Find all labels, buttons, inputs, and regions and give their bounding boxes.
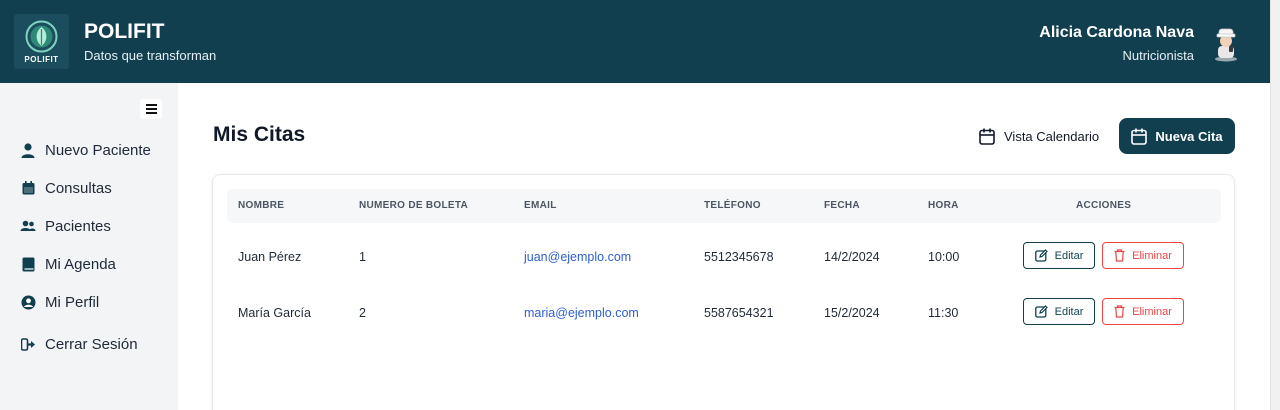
sidebar-item-cerrar-sesion[interactable]: Cerrar Sesión — [20, 332, 138, 356]
cell-nombre: María García — [238, 306, 311, 320]
column-header: HORA — [928, 200, 959, 211]
delete-button[interactable]: Eliminar — [1102, 298, 1184, 325]
cell-hora: 10:00 — [928, 250, 960, 264]
column-header: FECHA — [824, 200, 860, 211]
sidebar-item-label: Cerrar Sesión — [45, 335, 138, 353]
calendar-icon — [979, 128, 995, 145]
column-header: TELÉFONO — [704, 200, 761, 211]
column-header: EMAIL — [524, 200, 557, 211]
delete-label: Eliminar — [1132, 305, 1172, 318]
column-header: ACCIONES — [1076, 200, 1132, 211]
sidebar-item-label: Mi Perfil — [45, 293, 100, 311]
cell-nombre: Juan Pérez — [238, 250, 302, 264]
sidebar-item-label: Mi Agenda — [45, 255, 116, 273]
avatar[interactable] — [1211, 26, 1241, 62]
users-icon — [20, 218, 36, 234]
calendar-view-button[interactable]: Vista Calendario — [970, 120, 1108, 152]
cell-boleta: 1 — [359, 250, 366, 264]
appointments-table: NOMBRE NUMERO DE BOLETA EMAIL TELÉFONO F… — [212, 174, 1235, 410]
sidebar-item-mi-perfil[interactable]: Mi Perfil — [20, 290, 99, 314]
chef-avatar-icon — [1215, 28, 1237, 62]
delete-label: Eliminar — [1132, 249, 1172, 262]
page-scrollbar[interactable] — [1270, 0, 1280, 410]
brand-title: POLIFIT — [84, 20, 165, 43]
app-header: POLIFIT POLIFIT Datos que transforman Al… — [0, 0, 1270, 83]
sidebar: Nuevo Paciente Consultas Pacientes Mi Ag… — [0, 83, 178, 410]
cell-fecha: 14/2/2024 — [824, 250, 880, 264]
new-appointment-button[interactable]: Nueva Cita — [1119, 118, 1235, 154]
sidebar-item-label: Nuevo Paciente — [45, 141, 151, 159]
polifit-logo[interactable]: POLIFIT — [14, 14, 69, 69]
table-header: NOMBRE NUMERO DE BOLETA EMAIL TELÉFONO F… — [227, 189, 1221, 223]
cell-hora: 11:30 — [928, 306, 959, 320]
cell-telefono: 5587654321 — [704, 306, 774, 320]
book-icon — [20, 256, 36, 272]
menu-toggle-button[interactable] — [140, 99, 162, 119]
edit-button[interactable]: Editar — [1023, 242, 1095, 269]
edit-icon — [1034, 305, 1048, 318]
profile-circle-icon — [20, 294, 36, 310]
brand-subtitle: Datos que transforman — [84, 48, 217, 63]
sidebar-item-consultas[interactable]: Consultas — [20, 176, 112, 200]
trash-icon — [1114, 305, 1125, 318]
table-row: Juan Pérez 1 juan@ejemplo.com 5512345678… — [227, 242, 1221, 282]
sidebar-item-label: Pacientes — [45, 217, 111, 235]
user-name: Alicia Cardona Nava — [1039, 24, 1194, 41]
user-icon — [20, 142, 36, 158]
table-row: María García 2 maria@ejemplo.com 5587654… — [227, 298, 1221, 338]
cell-fecha: 15/2/2024 — [824, 306, 880, 320]
cell-email-link[interactable]: juan@ejemplo.com — [524, 250, 631, 264]
calendar-icon — [20, 180, 36, 196]
edit-button[interactable]: Editar — [1023, 298, 1095, 325]
leaf-logo-icon — [25, 20, 58, 53]
page-title: Mis Citas — [213, 123, 306, 146]
calendar-view-label: Vista Calendario — [1004, 128, 1100, 144]
delete-button[interactable]: Eliminar — [1102, 242, 1184, 269]
logo-text: POLIFIT — [24, 55, 59, 64]
calendar-icon — [1131, 128, 1148, 145]
cell-email-link[interactable]: maria@ejemplo.com — [524, 306, 639, 320]
edit-label: Editar — [1054, 305, 1084, 318]
new-appointment-label: Nueva Cita — [1155, 128, 1223, 144]
column-header: NUMERO DE BOLETA — [359, 200, 469, 211]
user-role: Nutricionista — [1122, 48, 1194, 63]
cell-telefono: 5512345678 — [704, 250, 774, 264]
sidebar-item-pacientes[interactable]: Pacientes — [20, 214, 111, 238]
edit-icon — [1034, 249, 1048, 262]
cell-boleta: 2 — [359, 306, 366, 320]
sidebar-item-mi-agenda[interactable]: Mi Agenda — [20, 252, 116, 276]
sidebar-item-nuevo-paciente[interactable]: Nuevo Paciente — [20, 138, 151, 162]
trash-icon — [1114, 249, 1125, 262]
column-header: NOMBRE — [238, 200, 285, 211]
edit-label: Editar — [1054, 249, 1084, 262]
sidebar-item-label: Consultas — [45, 179, 112, 197]
sign-out-icon — [20, 336, 36, 352]
